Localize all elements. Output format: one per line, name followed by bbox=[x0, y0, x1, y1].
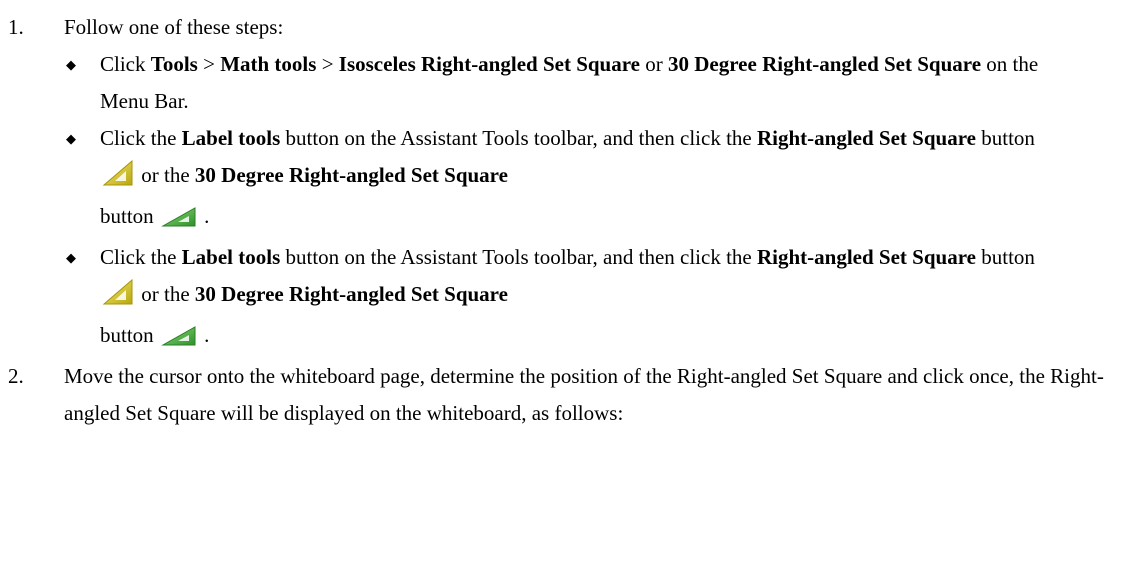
step-intro: Follow one of these steps: bbox=[64, 15, 284, 39]
bullet-icon: ◆ bbox=[66, 57, 76, 72]
separator: > bbox=[197, 52, 221, 76]
list-item-continuation: button . bbox=[0, 198, 1060, 239]
30-degree-set-square-term: 30 Degree Right-angled Set Square bbox=[194, 282, 508, 306]
text: or the bbox=[136, 282, 195, 306]
text: Click bbox=[100, 52, 151, 76]
menu-30-degree-set-square: 30 Degree Right-angled Set Square bbox=[668, 52, 982, 76]
step-number: 2. bbox=[8, 364, 24, 388]
menu-tools: Tools bbox=[150, 52, 198, 76]
step-2: 2. Move the cursor onto the whiteboard p… bbox=[0, 358, 1121, 432]
text: or the bbox=[136, 163, 195, 187]
list-item-continuation: button . bbox=[0, 317, 1060, 358]
list-item: ◆ Click the Label tools button on the As… bbox=[0, 239, 1060, 317]
step-text: Move the cursor onto the whiteboard page… bbox=[64, 364, 1104, 425]
yellow-set-square-icon bbox=[102, 278, 134, 317]
separator: > bbox=[316, 52, 339, 76]
green-30-degree-set-square-icon bbox=[161, 202, 197, 239]
text: button bbox=[975, 245, 1035, 269]
bullet-icon: ◆ bbox=[66, 131, 76, 146]
label-tools-term: Label tools bbox=[181, 245, 281, 269]
green-30-degree-set-square-icon bbox=[161, 321, 197, 358]
set-square-term: Right-angled Set Square bbox=[757, 126, 976, 150]
text: Click the bbox=[100, 245, 182, 269]
list-item: ◆ Click Tools > Math tools > Isosceles R… bbox=[0, 46, 1060, 120]
yellow-set-square-icon bbox=[102, 159, 134, 198]
step-1: 1. Follow one of these steps: bbox=[0, 9, 1121, 46]
text: . bbox=[198, 323, 210, 347]
text: button bbox=[100, 204, 159, 228]
option-list: ◆ Click Tools > Math tools > Isosceles R… bbox=[0, 46, 1121, 358]
30-degree-set-square-term: 30 Degree Right-angled Set Square bbox=[194, 163, 508, 187]
text: button bbox=[975, 126, 1035, 150]
text: . bbox=[198, 204, 210, 228]
text: button on the Assistant Tools toolbar, a… bbox=[280, 245, 757, 269]
set-square-term: Right-angled Set Square bbox=[757, 245, 976, 269]
list-item: ◆ Click the Label tools button on the As… bbox=[0, 120, 1060, 198]
label-tools-term: Label tools bbox=[181, 126, 281, 150]
menu-isosceles-set-square: Isosceles Right-angled Set Square bbox=[338, 52, 640, 76]
document: 1. Follow one of these steps: ◆ Click To… bbox=[0, 0, 1121, 566]
text: button bbox=[100, 323, 159, 347]
text: button on the Assistant Tools toolbar, a… bbox=[280, 126, 757, 150]
step-number: 1. bbox=[8, 15, 24, 39]
text: or bbox=[640, 52, 668, 76]
bullet-icon: ◆ bbox=[66, 250, 76, 265]
menu-math-tools: Math tools bbox=[220, 52, 317, 76]
text: Click the bbox=[100, 126, 182, 150]
